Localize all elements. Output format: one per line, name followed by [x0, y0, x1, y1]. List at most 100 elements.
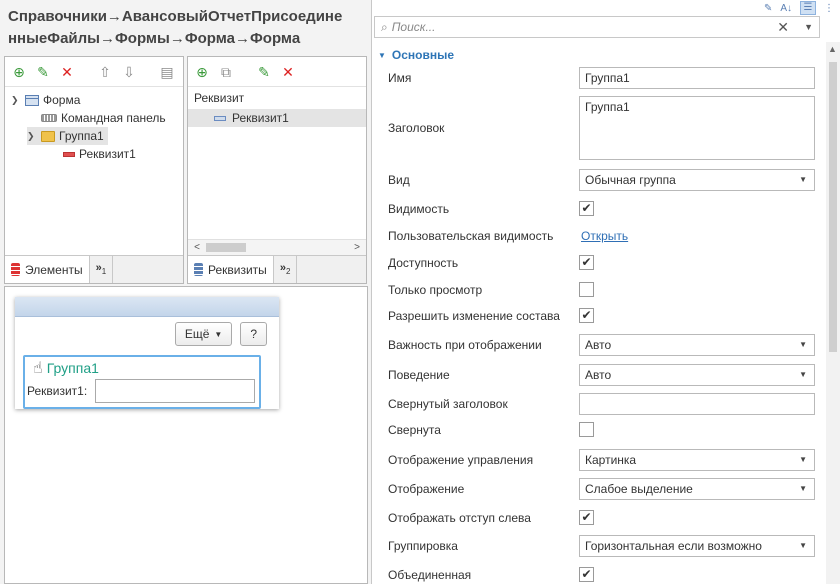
- property-select[interactable]: Обычная группа: [579, 169, 815, 191]
- add-requisite-icon[interactable]: ⊕: [193, 63, 211, 81]
- field-icon: [63, 151, 75, 157]
- more-icon: »1: [95, 262, 107, 277]
- property-select[interactable]: Авто: [579, 334, 815, 356]
- requisite-row[interactable]: Реквизит1: [188, 109, 366, 127]
- field-label: Реквизит1:: [27, 384, 88, 398]
- properties-toolbar: ✎ A↓ ☰ ⋮: [372, 0, 840, 16]
- property-checkbox[interactable]: ✔: [579, 510, 594, 525]
- move-up-icon[interactable]: ⇧: [96, 63, 114, 81]
- property-label: Заголовок: [388, 121, 445, 135]
- more-button-label: Ещё: [184, 327, 210, 341]
- help-button-label: ?: [250, 327, 257, 341]
- chevron-down-icon[interactable]: ▼: [804, 22, 813, 32]
- scroll-right-icon[interactable]: >: [350, 241, 364, 255]
- edit-icon[interactable]: ✎: [255, 63, 273, 81]
- elements-panel: ⊕ ✎ ✕ ⇧ ⇩ ▤ ❯ Форма Командная панель ❯ Г…: [4, 56, 184, 284]
- scroll-thumb[interactable]: [829, 62, 837, 352]
- requisites-icon: [194, 263, 203, 276]
- property-checkbox[interactable]: ✔: [579, 308, 594, 323]
- property-checkbox[interactable]: [579, 422, 594, 437]
- clear-search-icon[interactable]: ✕: [777, 19, 789, 36]
- property-label: Отображение управления: [388, 453, 534, 467]
- tree-item-form[interactable]: ❯ Форма: [11, 91, 80, 109]
- property-input[interactable]: Группа1: [579, 96, 815, 160]
- scroll-thumb[interactable]: [206, 243, 246, 252]
- sort-az-icon[interactable]: A↓: [780, 3, 792, 14]
- categorized-icon[interactable]: ☰: [800, 1, 816, 15]
- chevron-down-icon[interactable]: ❯: [27, 131, 37, 142]
- property-checkbox[interactable]: [579, 282, 594, 297]
- section-title: Основные: [391, 48, 455, 62]
- tree-item-group1[interactable]: ❯ Группа1: [27, 127, 108, 145]
- tree-item-requisite1[interactable]: Реквизит1: [63, 145, 136, 163]
- requisite-label: Реквизит1: [232, 111, 289, 125]
- property-label: Имя: [388, 71, 412, 85]
- command-panel-icon: [41, 114, 57, 122]
- help-button[interactable]: ?: [240, 322, 267, 346]
- edit-icon[interactable]: ✎: [34, 63, 52, 81]
- field-icon: [214, 115, 226, 121]
- form-preview: Ещё ▼ ? ☝ Группа1 Реквизит1:: [15, 297, 279, 409]
- scroll-left-icon[interactable]: <: [190, 241, 204, 255]
- chevron-down-icon: ▼: [214, 329, 223, 339]
- delete-icon[interactable]: ✕: [279, 63, 297, 81]
- chevron-down-icon[interactable]: ▼: [378, 51, 386, 60]
- tree-item-label: Командная панель: [61, 111, 166, 125]
- more-button[interactable]: Ещё ▼: [174, 322, 233, 346]
- property-select[interactable]: Горизонтальная если возможно: [579, 535, 815, 557]
- property-link[interactable]: Открыть: [581, 229, 628, 243]
- property-label: Только просмотр: [388, 283, 483, 297]
- scroll-up-icon[interactable]: ▲: [828, 44, 837, 54]
- edit-properties-icon[interactable]: ✎: [764, 3, 772, 14]
- title-line-1: Справочники→АвансовыйОтчетПрисоедине: [8, 8, 343, 25]
- properties-pane: ✎ A↓ ☰ ⋮ ⌕ Поиск... ✕ ▼ ▼ Основные Имя Гр…: [372, 0, 840, 584]
- search-icon: ⌕: [381, 19, 388, 34]
- property-label: Свернутый заголовок: [388, 397, 508, 411]
- more-options-icon[interactable]: ⋮: [824, 3, 834, 14]
- tree-item-command-panel[interactable]: Командная панель: [41, 109, 166, 127]
- property-label: Пользовательская видимость: [388, 229, 554, 243]
- group-frame[interactable]: ☝ Группа1 Реквизит1:: [23, 355, 261, 409]
- tab-more-requisites[interactable]: »2: [274, 256, 298, 283]
- add-icon[interactable]: ⊕: [10, 63, 28, 81]
- hand-cursor-icon: ☝: [33, 360, 43, 377]
- property-select[interactable]: Слабое выделение: [579, 478, 815, 500]
- property-select[interactable]: Картинка: [579, 449, 815, 471]
- section-header[interactable]: ▼ Основные: [378, 48, 454, 62]
- search-field[interactable]: ⌕ Поиск... ✕ ▼: [374, 16, 820, 38]
- property-input[interactable]: Группа1: [579, 67, 815, 89]
- requisite-input[interactable]: [95, 379, 255, 403]
- form-command-bar: Ещё ▼ ?: [174, 322, 267, 346]
- elements-icon: [11, 263, 20, 276]
- panel-icon[interactable]: ▤: [158, 63, 176, 81]
- elements-tree: ❯ Форма Командная панель ❯ Группа1 Рекви…: [5, 87, 183, 247]
- folder-icon: [41, 130, 55, 142]
- chevron-down-icon[interactable]: ❯: [11, 95, 21, 106]
- property-label: Объединенная: [388, 568, 472, 582]
- group-title[interactable]: ☝ Группа1: [33, 358, 99, 378]
- property-label: Отображение: [388, 482, 465, 496]
- property-select[interactable]: Авто: [579, 364, 815, 386]
- horizontal-scrollbar[interactable]: < >: [188, 239, 366, 255]
- property-checkbox[interactable]: ✔: [579, 255, 594, 270]
- tree-item-label: Форма: [43, 93, 81, 107]
- tab-requisites[interactable]: Реквизиты: [188, 256, 274, 283]
- property-input[interactable]: [579, 393, 815, 415]
- tab-label: Реквизиты: [208, 262, 267, 277]
- property-checkbox[interactable]: ✔: [579, 567, 594, 582]
- tab-more-elements[interactable]: »1: [90, 256, 114, 283]
- vertical-scrollbar[interactable]: ▲: [826, 42, 840, 584]
- tab-elements[interactable]: Элементы: [5, 256, 90, 283]
- property-checkbox[interactable]: ✔: [579, 201, 594, 216]
- group-title-label: Группа1: [46, 360, 99, 376]
- requisites-column-header: Реквизит: [194, 91, 245, 105]
- delete-icon[interactable]: ✕: [58, 63, 76, 81]
- property-label: Свернута: [388, 423, 441, 437]
- title-line-2: нныеФайлы→Формы→Форма→Форма: [8, 30, 301, 47]
- copy-icon[interactable]: ⧉: [217, 63, 235, 81]
- search-placeholder: Поиск...: [391, 20, 436, 34]
- tree-item-label: Группа1: [59, 129, 104, 143]
- form-editor: Справочники→АвансовыйОтчетПрисоедине нны…: [0, 0, 840, 584]
- move-down-icon[interactable]: ⇩: [120, 63, 138, 81]
- elements-toolbar: ⊕ ✎ ✕ ⇧ ⇩ ▤: [5, 57, 183, 87]
